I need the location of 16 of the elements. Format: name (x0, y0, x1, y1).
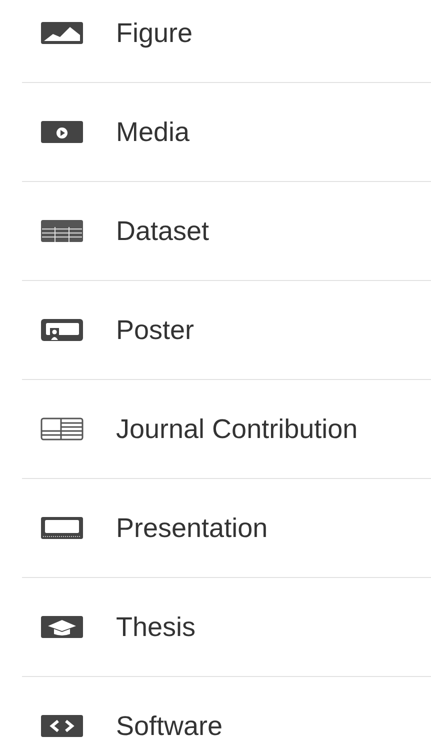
monitor-icon (40, 516, 84, 540)
graduation-cap-icon (40, 615, 84, 639)
document-icon (40, 417, 84, 441)
table-icon (40, 219, 84, 243)
type-link[interactable]: Dataset (22, 182, 431, 281)
type-link[interactable]: Figure (22, 0, 431, 83)
type-link[interactable]: Poster (22, 281, 431, 380)
type-link[interactable]: Media (22, 83, 431, 182)
type-link[interactable]: Journal Contribution (22, 380, 431, 479)
type-link[interactable]: Presentation (22, 479, 431, 578)
screen-person-icon (40, 318, 84, 342)
type-link[interactable]: Thesis (22, 578, 431, 677)
code-icon (40, 714, 84, 738)
type-link[interactable]: Software (22, 677, 431, 741)
play-icon (40, 120, 84, 144)
image-icon (40, 21, 84, 45)
